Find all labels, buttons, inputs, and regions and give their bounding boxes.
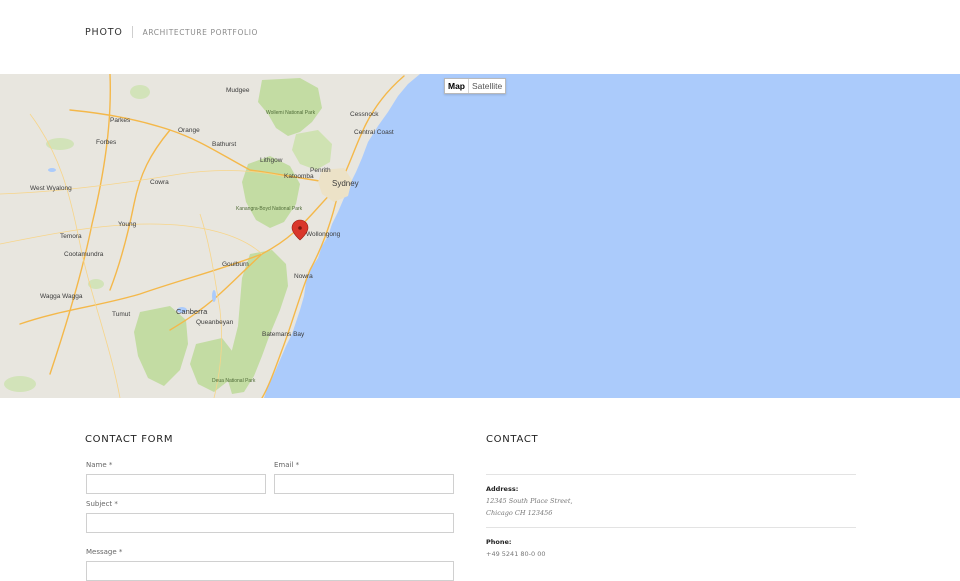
- phone-value: +49 5241 80-0 00: [486, 550, 546, 558]
- map-label-temora: Temora: [60, 233, 82, 240]
- map-label-deua: Deua National Park: [212, 378, 256, 384]
- map-label-penrith: Penrith: [310, 167, 331, 174]
- map-label-young: Young: [118, 221, 137, 228]
- map-label-lithgow: Lithgow: [260, 157, 283, 164]
- map-label-kanangra: Kanangra-Boyd National Park: [236, 206, 303, 212]
- contact-form-title: CONTACT FORM: [85, 434, 174, 445]
- map-label-goulburn: Goulburn: [222, 261, 249, 268]
- message-label-text: Message: [86, 548, 117, 556]
- site-tagline: ARCHITECTURE PORTFOLIO: [142, 27, 259, 37]
- contact-divider-middle: [486, 527, 856, 528]
- map-label-cootamundra: Cootamundra: [64, 251, 104, 258]
- map-label-forbes: Forbes: [96, 139, 117, 146]
- map-label-sydney: Sydney: [332, 179, 359, 188]
- message-label: Message *: [86, 548, 122, 556]
- map-label-cowra: Cowra: [150, 179, 169, 186]
- map-label-canberra: Canberra: [176, 307, 208, 316]
- map-canvas[interactable]: Sydney Central Coast Wollongong Canberra…: [0, 74, 960, 398]
- email-required-marker: *: [295, 461, 300, 469]
- email-input[interactable]: [274, 474, 454, 494]
- message-textarea[interactable]: [86, 561, 454, 581]
- subject-label: Subject *: [86, 500, 118, 508]
- header-divider: [131, 26, 133, 38]
- location-map[interactable]: Sydney Central Coast Wollongong Canberra…: [0, 74, 960, 398]
- map-label-mudgee: Mudgee: [226, 87, 250, 94]
- map-label-katoomba: Katoomba: [284, 173, 314, 180]
- map-label-bathurst: Bathurst: [212, 141, 236, 148]
- address-line-1: 12345 South Place Street,: [486, 497, 573, 505]
- site-header: PHOTO ARCHITECTURE PORTFOLIO: [85, 25, 258, 39]
- site-logo-text[interactable]: PHOTO: [85, 27, 123, 38]
- map-type-satellite-button[interactable]: Satellite: [469, 79, 505, 93]
- map-label-west-wyalong: West Wyalong: [30, 185, 72, 192]
- name-label: Name *: [86, 461, 112, 469]
- name-label-text: Name: [86, 461, 107, 469]
- name-input[interactable]: [86, 474, 266, 494]
- subject-required-marker: *: [114, 500, 118, 508]
- map-label-queanbeyan: Queanbeyan: [196, 319, 234, 326]
- email-label-text: Email: [274, 461, 294, 469]
- map-label-tumut: Tumut: [112, 311, 130, 318]
- map-label-central-coast: Central Coast: [354, 129, 394, 136]
- map-lake-inland: [48, 168, 56, 172]
- address-label: Address:: [486, 485, 519, 493]
- name-required-marker: *: [108, 461, 113, 469]
- map-label-batemans-bay: Batemans Bay: [262, 331, 305, 338]
- map-type-map-button[interactable]: Map: [445, 79, 469, 93]
- email-label: Email *: [274, 461, 299, 469]
- message-required-marker: *: [118, 548, 123, 556]
- map-label-cessnock: Cessnock: [350, 111, 379, 118]
- contact-title: CONTACT: [486, 434, 539, 445]
- phone-label: Phone:: [486, 538, 512, 546]
- contact-divider-top: [486, 474, 856, 475]
- map-park-small-2: [130, 85, 150, 99]
- map-label-wollongong: Wollongong: [306, 231, 341, 238]
- map-type-control: Map Satellite: [444, 78, 507, 94]
- map-park-small-3: [4, 376, 36, 392]
- map-label-orange: Orange: [178, 127, 200, 134]
- map-label-parkes: Parkes: [110, 117, 131, 124]
- map-park-small-1: [46, 138, 74, 150]
- map-label-wollemi: Wollemi National Park: [266, 110, 316, 116]
- map-label-wagga-wagga: Wagga Wagga: [40, 293, 83, 300]
- address-line-2: Chicago CH 123456: [486, 509, 553, 517]
- subject-label-text: Subject: [86, 500, 113, 508]
- subject-input[interactable]: [86, 513, 454, 533]
- map-lake-george: [212, 290, 216, 302]
- map-label-nowra: Nowra: [294, 273, 313, 280]
